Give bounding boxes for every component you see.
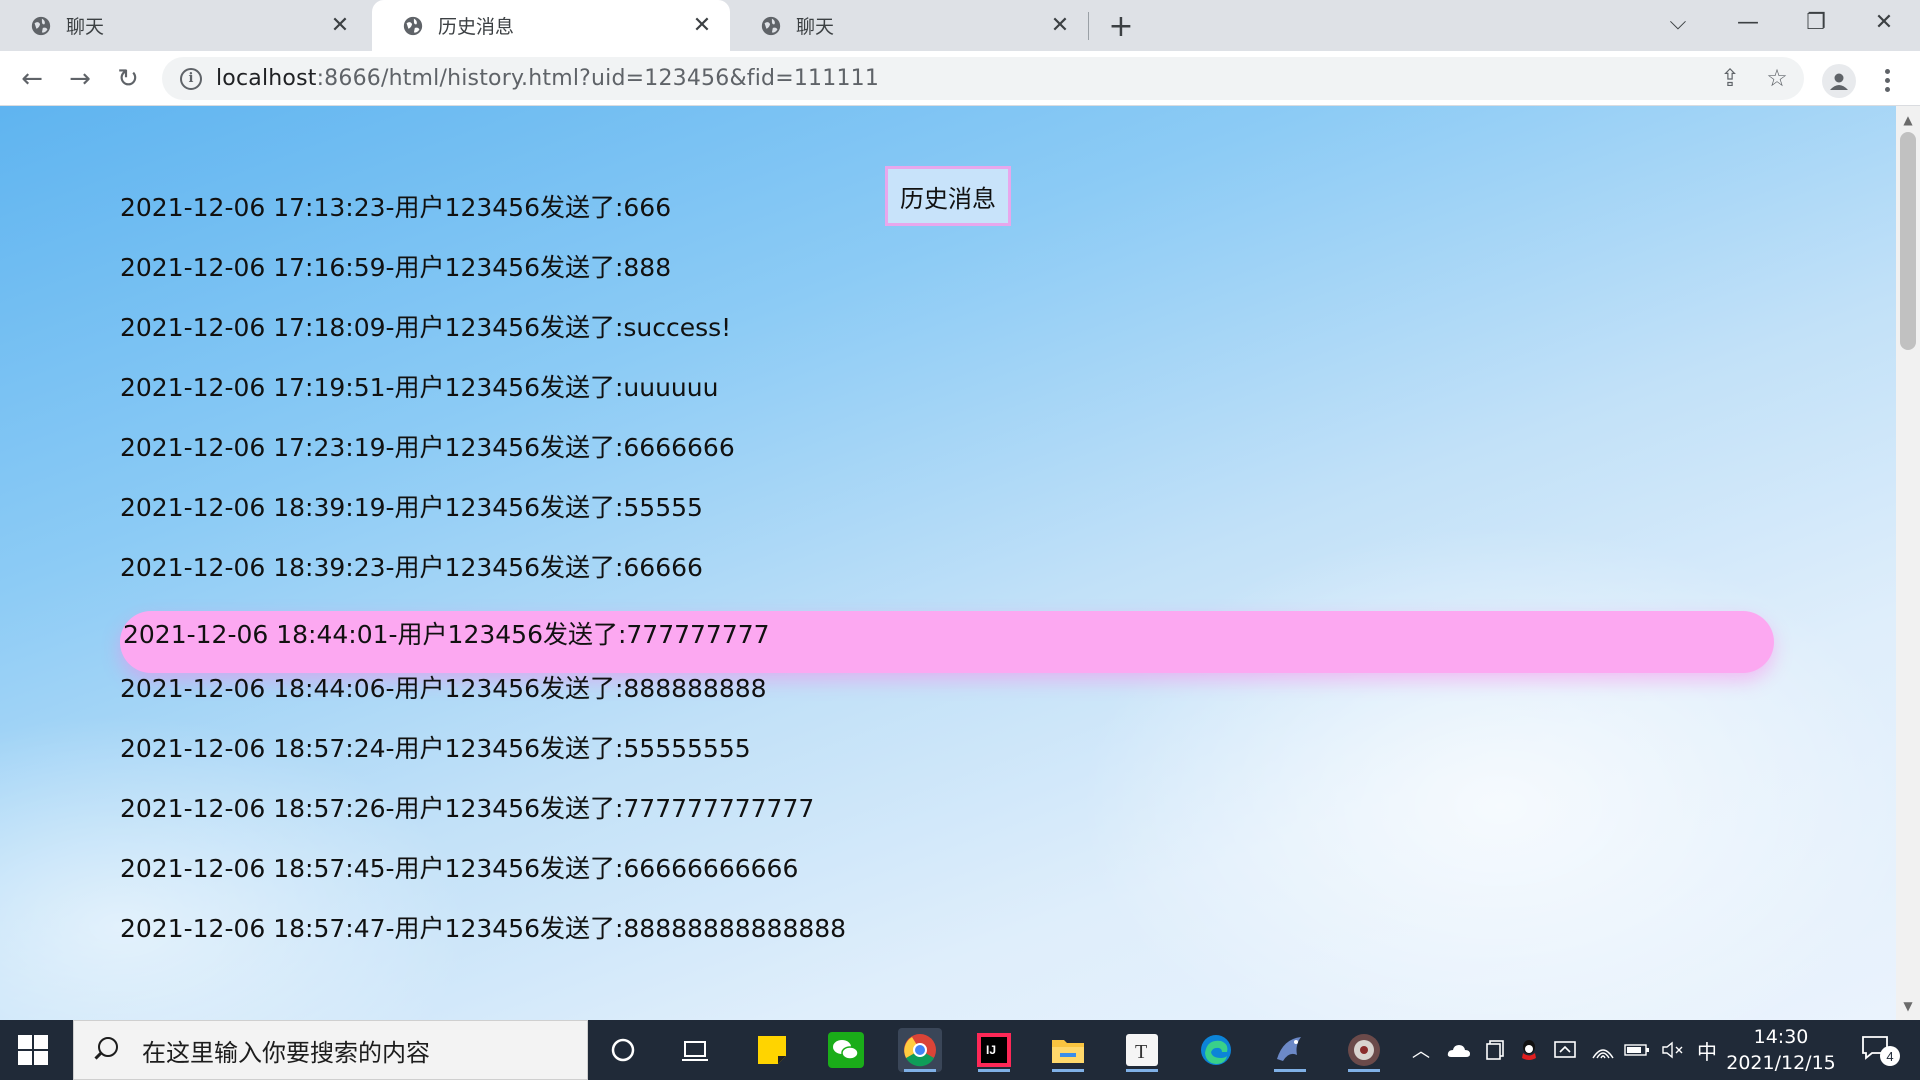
windows-taskbar: 在这里输入你要搜索的内容 IJ T ︿ 中 14:30 2021/12/15 4: [0, 1020, 1920, 1080]
message-item[interactable]: 2021-12-06 17:19:51-用户123456发送了:uuuuuu: [120, 368, 718, 404]
typora-icon[interactable]: T: [1120, 1028, 1164, 1072]
scroll-thumb[interactable]: [1900, 132, 1916, 350]
message-item[interactable]: 2021-12-06 17:23:19-用户123456发送了:6666666: [120, 428, 735, 464]
tab-title: 聊天: [796, 16, 835, 38]
show-hidden-icons-icon[interactable]: ︿: [1408, 1020, 1434, 1080]
message-item[interactable]: 2021-12-06 17:16:59-用户123456发送了:888: [120, 248, 671, 284]
menu-kebab-icon[interactable]: [1872, 63, 1902, 97]
page-scrollbar[interactable]: ▲ ▼: [1896, 106, 1920, 1020]
close-window-button[interactable]: ✕: [1856, 0, 1912, 44]
qq-icon[interactable]: [1514, 1020, 1544, 1080]
message-item[interactable]: 2021-12-06 18:39:23-用户123456发送了:66666: [120, 548, 703, 584]
navicat-icon[interactable]: [1268, 1028, 1312, 1072]
message-item[interactable]: 2021-12-06 17:13:23-用户123456发送了:666: [120, 188, 671, 224]
tab-title: 历史消息: [438, 16, 515, 38]
browser-toolbar: ← → ↻ i localhost:8666/html/history.html…: [0, 51, 1920, 106]
close-icon[interactable]: ✕: [1048, 13, 1072, 38]
restore-button[interactable]: ❐: [1788, 0, 1844, 44]
battery-icon[interactable]: [1622, 1020, 1652, 1080]
tab-history[interactable]: 历史消息 ✕: [372, 0, 730, 51]
tab-title: 聊天: [66, 16, 105, 38]
running-indicator: [1052, 1069, 1084, 1072]
running-indicator: [1274, 1069, 1306, 1072]
running-indicator: [1126, 1069, 1158, 1072]
task-view-icon[interactable]: [673, 1028, 717, 1072]
globe-icon: [761, 16, 781, 35]
star-icon[interactable]: ☆: [1760, 61, 1794, 95]
message-item-hovered[interactable]: 2021-12-06 18:44:01-用户123456发送了:77777777…: [120, 611, 1774, 673]
volume-muted-icon[interactable]: [1658, 1020, 1688, 1080]
message-item[interactable]: 2021-12-06 18:57:45-用户123456发送了:66666666…: [120, 849, 798, 885]
screen-capture-icon[interactable]: [1550, 1020, 1580, 1080]
close-icon[interactable]: ✕: [690, 13, 714, 38]
reload-button[interactable]: ↻: [110, 61, 146, 97]
notification-count-badge: 4: [1880, 1046, 1900, 1066]
url-path: :8666/html/history.html?uid=123456&fid=1…: [316, 66, 880, 91]
edge-icon[interactable]: [1194, 1028, 1238, 1072]
clipboard-icon[interactable]: [1480, 1020, 1510, 1080]
cortana-icon[interactable]: [601, 1028, 645, 1072]
scroll-down-arrow-icon[interactable]: ▼: [1896, 996, 1920, 1016]
forward-button[interactable]: →: [62, 61, 98, 97]
back-button[interactable]: ←: [14, 61, 50, 97]
info-icon[interactable]: i: [180, 67, 202, 90]
message-item[interactable]: 2021-12-06 17:18:09-用户123456发送了:success!: [120, 308, 731, 344]
sticky-notes-icon[interactable]: [750, 1028, 794, 1072]
message-item[interactable]: 2021-12-06 18:44:06-用户123456发送了:88888888…: [120, 669, 767, 705]
windows-start-icon[interactable]: [18, 1035, 48, 1065]
new-tab-button[interactable]: +: [1105, 9, 1137, 44]
tab-separator: [1088, 12, 1089, 40]
message-item[interactable]: 2021-12-06 18:57:24-用户123456发送了:55555555: [120, 729, 751, 765]
file-explorer-icon[interactable]: [1046, 1028, 1090, 1072]
running-indicator: [978, 1069, 1010, 1072]
url-host: localhost: [216, 66, 317, 91]
tab-strip: 聊天 ✕ 历史消息 ✕ 聊天 ✕ + ⌵ — ❐ ✕: [0, 0, 1920, 51]
media-app-icon[interactable]: [1342, 1028, 1386, 1072]
history-page: 历史消息 2021-12-06 17:13:23-用户123456发送了:666…: [0, 106, 1896, 1020]
globe-icon: [31, 16, 51, 35]
search-placeholder: 在这里输入你要搜索的内容: [142, 1038, 430, 1067]
message-item[interactable]: 2021-12-06 18:57:26-用户123456发送了:77777777…: [120, 789, 814, 825]
notification-center-icon[interactable]: 4: [1860, 1034, 1900, 1068]
person-icon: [1830, 73, 1848, 90]
message-item[interactable]: 2021-12-06 18:57:47-用户123456发送了:88888888…: [120, 909, 846, 945]
svg-text:IJ: IJ: [986, 1043, 996, 1057]
share-icon[interactable]: ⇪: [1713, 61, 1747, 95]
message-item[interactable]: 2021-12-06 18:39:19-用户123456发送了:55555: [120, 488, 703, 524]
profile-avatar-icon[interactable]: [1822, 64, 1856, 98]
tab-chat-2[interactable]: 聊天 ✕: [730, 0, 1088, 51]
tab-search-icon[interactable]: ⌵: [1650, 0, 1706, 44]
scroll-up-arrow-icon[interactable]: ▲: [1896, 110, 1920, 130]
url-text[interactable]: localhost:8666/html/history.html?uid=123…: [216, 66, 879, 91]
active-indicator: [904, 1069, 936, 1072]
globe-icon: [403, 16, 423, 35]
minimize-button[interactable]: —: [1720, 0, 1776, 44]
chrome-icon[interactable]: [898, 1028, 942, 1072]
svg-text:T: T: [1135, 1041, 1147, 1063]
intellij-icon[interactable]: IJ: [972, 1028, 1016, 1072]
system-clock[interactable]: 14:30 2021/12/15: [1716, 1024, 1846, 1076]
wechat-icon[interactable]: [824, 1028, 868, 1072]
search-icon: [92, 1037, 118, 1063]
running-indicator: [1348, 1069, 1380, 1072]
taskbar-search-box[interactable]: 在这里输入你要搜索的内容: [73, 1020, 588, 1080]
clock-time: 14:30: [1753, 1026, 1809, 1048]
onedrive-icon[interactable]: [1444, 1020, 1474, 1080]
wifi-icon[interactable]: [1588, 1020, 1618, 1080]
tab-chat-1[interactable]: 聊天 ✕: [0, 0, 368, 51]
clock-date: 2021/12/15: [1726, 1052, 1836, 1074]
close-icon[interactable]: ✕: [328, 13, 352, 38]
address-bar[interactable]: i localhost:8666/html/history.html?uid=1…: [162, 57, 1804, 100]
history-title-button[interactable]: 历史消息: [885, 166, 1011, 226]
